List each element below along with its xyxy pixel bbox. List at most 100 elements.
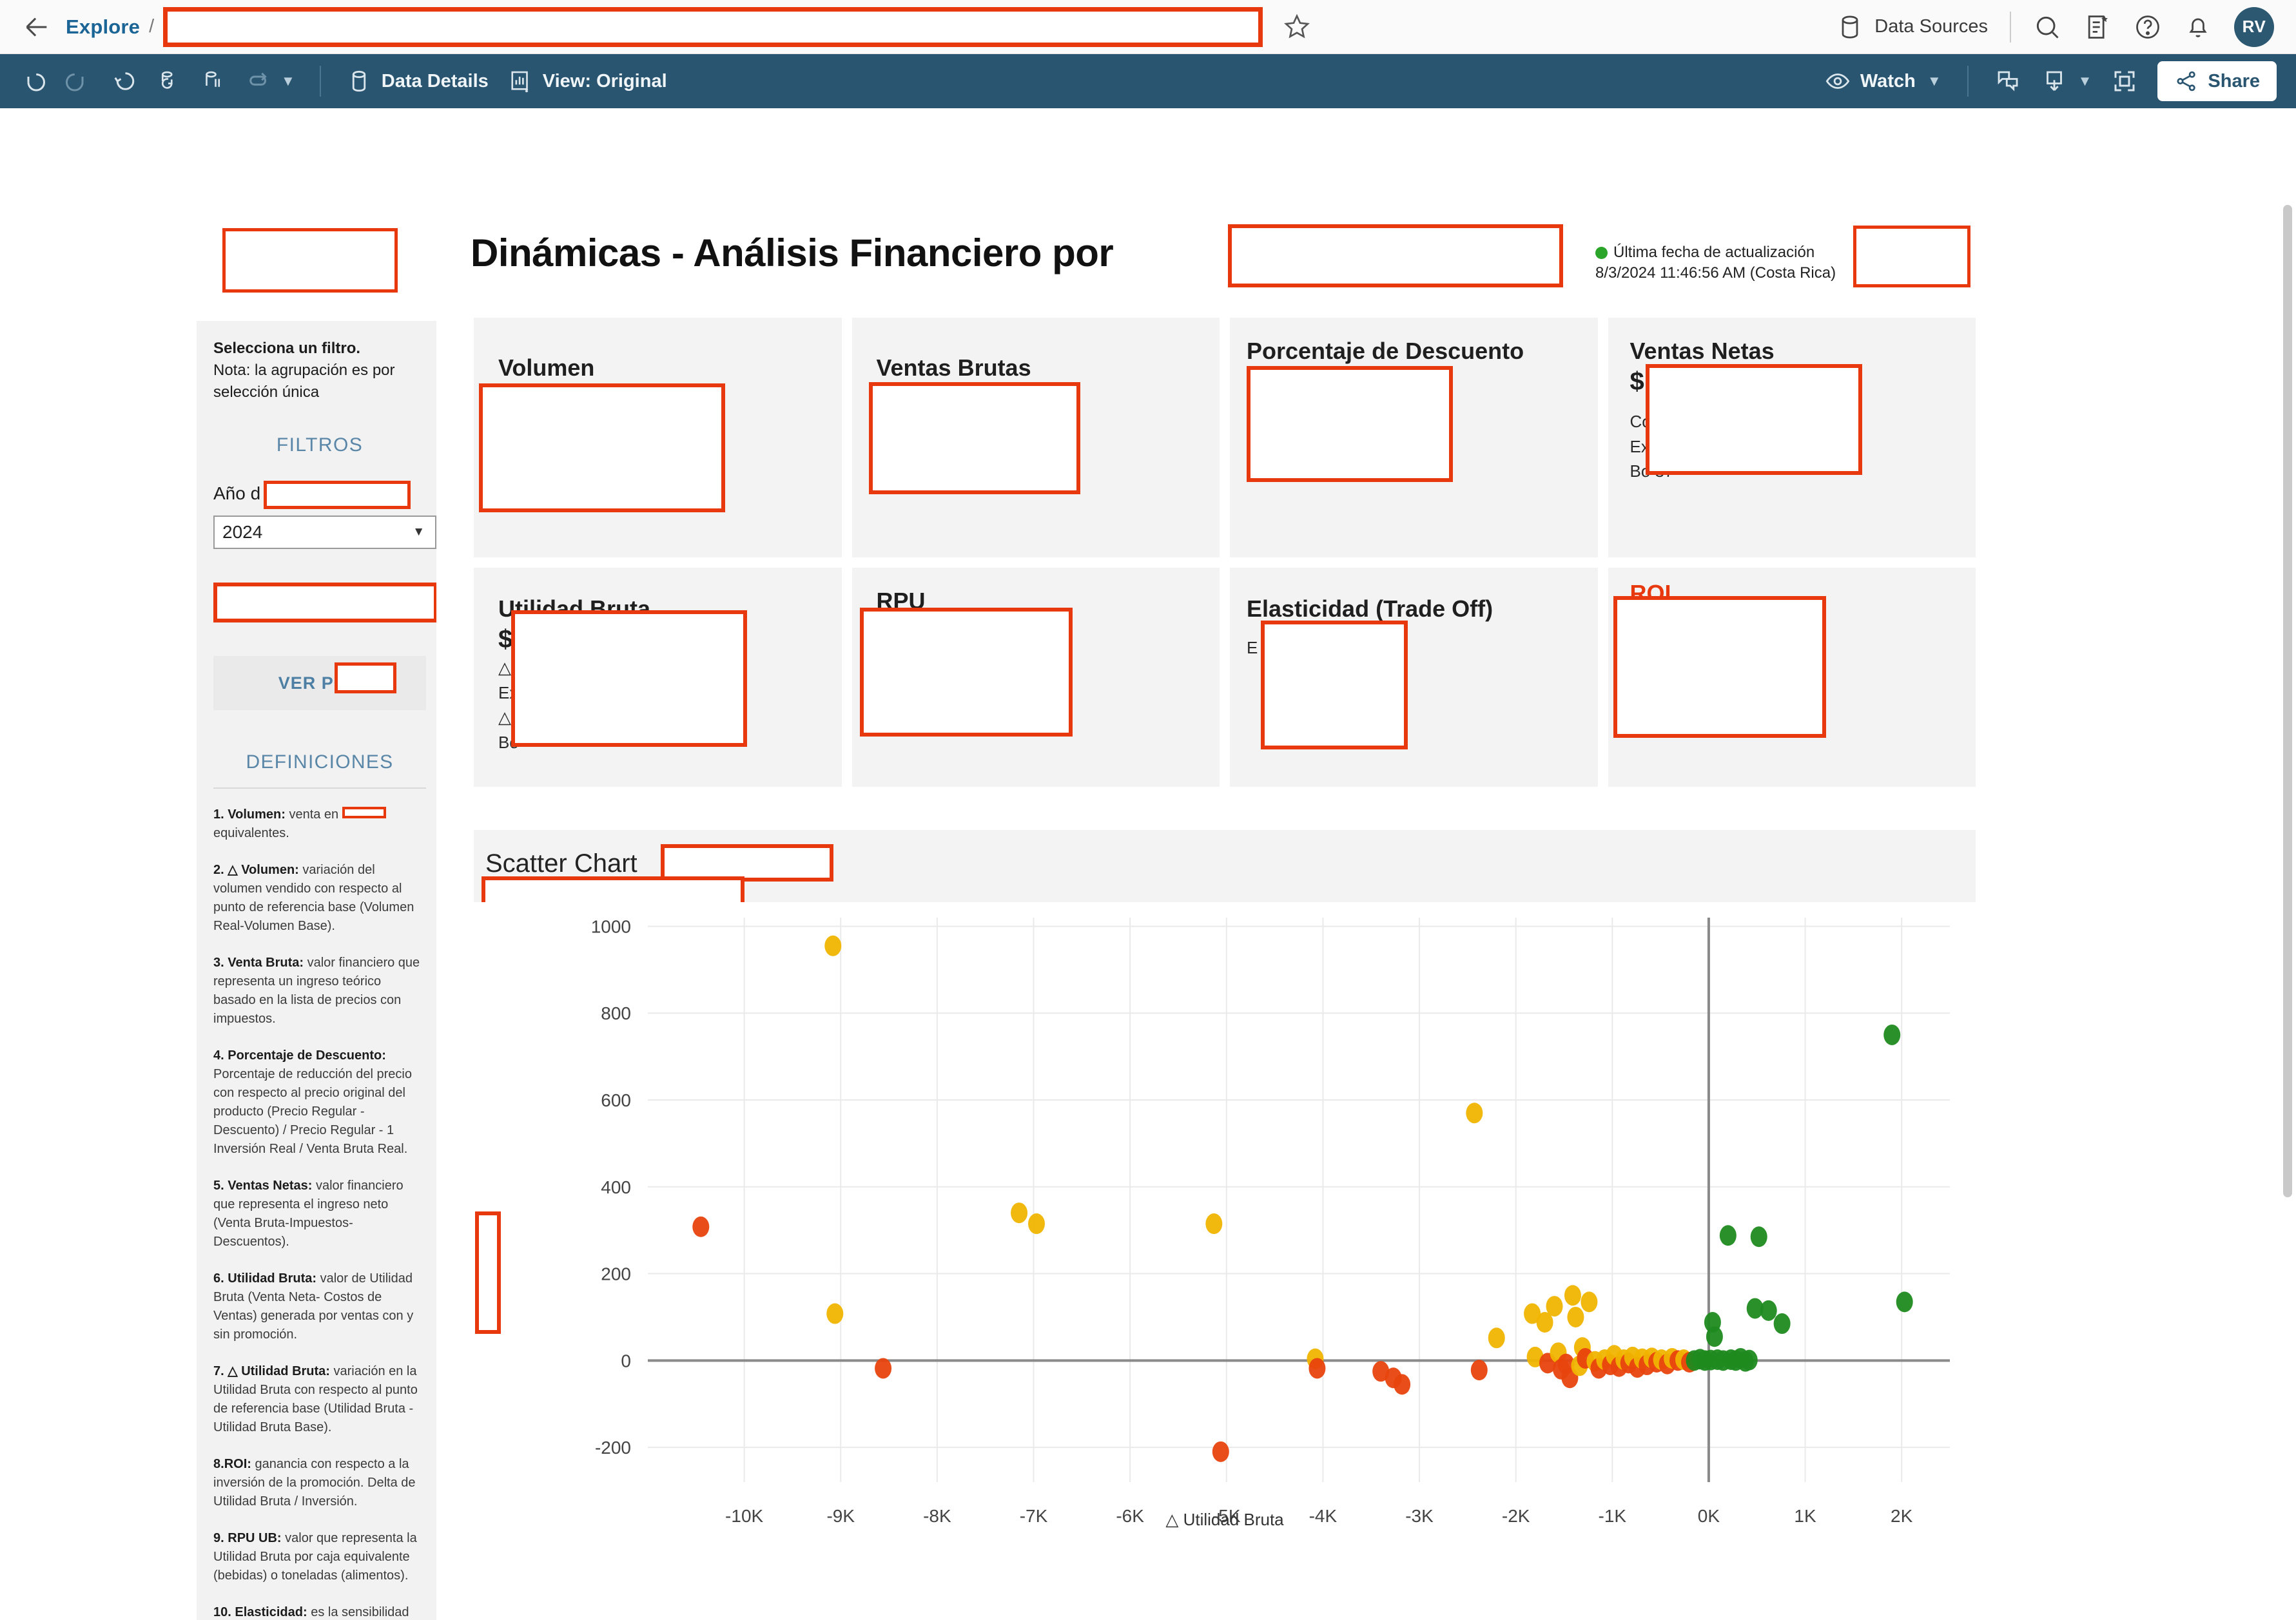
- definition-number: 7.: [213, 1364, 224, 1379]
- toolbar-divider: [1967, 66, 1969, 97]
- pause-updates-icon[interactable]: [200, 68, 227, 95]
- last-update-line-2: 8/3/2024 11:46:56 AM (Costa Rica): [1595, 263, 1836, 284]
- new-workbook-icon[interactable]: [2083, 13, 2112, 41]
- kpi-redaction-box: [1613, 596, 1826, 738]
- vertical-scrollbar[interactable]: [2283, 205, 2292, 1197]
- scatter-chart-header: Scatter Chart: [474, 830, 1976, 906]
- kpi-card-utilidad-bruta[interactable]: Utilidad Bruta $1 △ Ex △ Bo: [474, 568, 842, 787]
- scatter-plot-area[interactable]: -10K -9K -8K -7K -6K -5K -4K -3K -2K -1K 0K 1K 2K -20…: [474, 902, 1976, 1539]
- svg-text:200: 200: [601, 1264, 631, 1284]
- definitions-list: 1. Volumen: venta en c equivalentes. 2. …: [213, 805, 426, 1620]
- top-bar-actions: Data Sources RV: [1836, 6, 2274, 47]
- definiciones-heading: DEFINICIONES: [246, 751, 394, 773]
- sidebar-intro: Selecciona un filtro. Nota: la agrupació…: [213, 338, 426, 403]
- view-original-button[interactable]: View: Original: [507, 68, 667, 95]
- definition-item: 4. Porcentaje de Descuento: Porcentaje d…: [213, 1046, 426, 1159]
- help-icon[interactable]: [2134, 13, 2162, 41]
- kpi-card-rpu[interactable]: RPU: [851, 568, 1220, 787]
- filtros-heading: FILTROS: [276, 434, 364, 456]
- definition-term: Venta Bruta:: [228, 956, 304, 970]
- definition-item: 1. Volumen: venta en c equivalentes.: [213, 805, 426, 843]
- share-label: Share: [2208, 70, 2260, 92]
- kpi-card-porcentaje-descuento[interactable]: Porcentaje de Descuento: [1230, 318, 1598, 557]
- breadcrumb-explore[interactable]: Explore: [66, 15, 140, 39]
- breadcrumb-redaction-box: [163, 6, 1263, 47]
- bell-icon[interactable]: [2184, 13, 2212, 41]
- year-select[interactable]: 2024 ▼: [213, 516, 436, 550]
- share-icon: [2177, 71, 2196, 92]
- definition-term: Utilidad Bruta:: [228, 1271, 317, 1286]
- kpi-title: Ventas Netas: [1630, 338, 1775, 364]
- definition-term: △ Volumen:: [228, 863, 299, 878]
- avatar[interactable]: RV: [2234, 6, 2274, 47]
- kpi-redaction-box: [479, 383, 725, 512]
- watch-button[interactable]: Watch ▼: [1824, 68, 1941, 95]
- database-icon: [1842, 15, 1858, 39]
- definition-number: 6.: [213, 1271, 224, 1286]
- star-icon[interactable]: [1282, 12, 1312, 42]
- kpi-title: Ventas Brutas: [876, 354, 1031, 381]
- ver-por-button[interactable]: VER POR: [213, 656, 426, 711]
- definition-item: 10. Elasticidad: es la sensibilidad del …: [213, 1603, 426, 1620]
- divider: [213, 787, 426, 789]
- data-sources-button[interactable]: Data Sources: [1836, 13, 1988, 41]
- last-update-label: Última fecha de actualización: [1613, 244, 1815, 261]
- kpi-card-ventas-netas[interactable]: Ventas Netas $ Co 69 Ex 59 Bo 37: [1608, 318, 1976, 557]
- kpi-card-ventas-brutas[interactable]: Ventas Brutas $ C 5 Ex 30 Bo 1: [851, 318, 1220, 557]
- sidebar-intro-bold: Selecciona un filtro.: [213, 340, 361, 357]
- filters-sidebar: Selecciona un filtro. Nota: la agrupació…: [197, 321, 436, 1620]
- comment-icon[interactable]: [1994, 68, 2021, 95]
- kpi-card-grid: Volumen Ventas Brutas $ C 5 Ex 30 Bo: [474, 318, 1976, 797]
- y-axis-redaction-box: [475, 1211, 501, 1334]
- back-arrow-icon[interactable]: [22, 12, 52, 42]
- loop-icon[interactable]: [245, 68, 272, 95]
- second-filter-redaction-box: [213, 583, 436, 623]
- header-right-redaction-box: [1853, 226, 1970, 287]
- kpi-title: Elasticidad (Trade Off): [1247, 595, 1493, 622]
- redo-icon[interactable]: [64, 68, 92, 95]
- svg-text:1000: 1000: [591, 916, 631, 936]
- refresh-data-icon[interactable]: [155, 68, 182, 95]
- download-caret-icon[interactable]: ▼: [2078, 73, 2092, 90]
- scatter-chart-panel: Scatter Chart -10K -9K -8K -7K -6K -5K -4K -3K -…: [474, 830, 1976, 1539]
- last-update-block: Última fecha de actualización 8/3/2024 1…: [1595, 242, 1836, 284]
- sidebar-intro-note: Nota: la agrupación es por selección úni…: [213, 362, 395, 401]
- database-icon: [352, 70, 365, 92]
- definition-term: Elasticidad:: [235, 1605, 307, 1620]
- download-icon[interactable]: [2041, 68, 2068, 95]
- page-title: Dinámicas - Análisis Financiero por: [471, 231, 1114, 275]
- kpi-card-elasticidad[interactable]: Elasticidad (Trade Off) E: [1230, 568, 1598, 787]
- kpi-redaction-box: [511, 610, 747, 747]
- svg-text:0: 0: [621, 1351, 631, 1371]
- svg-text:-200: -200: [595, 1438, 631, 1458]
- definition-item: 5. Ventas Netas: valor financiero que re…: [213, 1177, 426, 1251]
- toolbar-divider: [2010, 11, 2011, 43]
- definition-item: 8.ROI: ganancia con respecto a la invers…: [213, 1455, 426, 1511]
- eye-icon: [1825, 73, 1850, 89]
- x-axis-label: △ Utilidad Bruta: [1165, 1510, 1284, 1529]
- undo-icon[interactable]: [19, 68, 46, 95]
- fullscreen-icon[interactable]: [2111, 68, 2138, 95]
- data-sources-label: Data Sources: [1874, 16, 1988, 37]
- kpi-card-roi[interactable]: ROI: [1608, 568, 1976, 787]
- kpi-row-2: Utilidad Bruta $1 △ Ex △ Bo RPU: [474, 568, 1976, 787]
- search-icon[interactable]: [2033, 13, 2061, 41]
- kpi-redaction-box: [1261, 621, 1408, 749]
- revert-icon[interactable]: [110, 68, 137, 95]
- year-select-value: 2024: [222, 522, 263, 543]
- kpi-redaction-box: [868, 382, 1080, 494]
- definition-term: Volumen:: [228, 807, 286, 822]
- data-details-button[interactable]: Data Details: [345, 68, 489, 95]
- kpi-card-volumen[interactable]: Volumen: [474, 318, 842, 557]
- watch-caret-icon[interactable]: ▼: [1927, 73, 1941, 90]
- last-update-timestamp: 8/3/2024 11:46:56 AM (Costa Rica): [1595, 264, 1836, 282]
- scatter-chart-title: Scatter Chart: [485, 849, 637, 878]
- definition-number: 4.: [213, 1048, 224, 1063]
- share-button[interactable]: Share: [2157, 61, 2277, 101]
- kpi-title: Porcentaje de Descuento: [1247, 338, 1524, 364]
- view-chart-icon: [511, 71, 529, 93]
- svg-text:800: 800: [601, 1003, 631, 1023]
- loop-dropdown-caret-icon[interactable]: ▼: [281, 73, 295, 90]
- kpi-title: Volumen: [498, 354, 595, 381]
- title-suffix-redaction-box: [1228, 224, 1563, 287]
